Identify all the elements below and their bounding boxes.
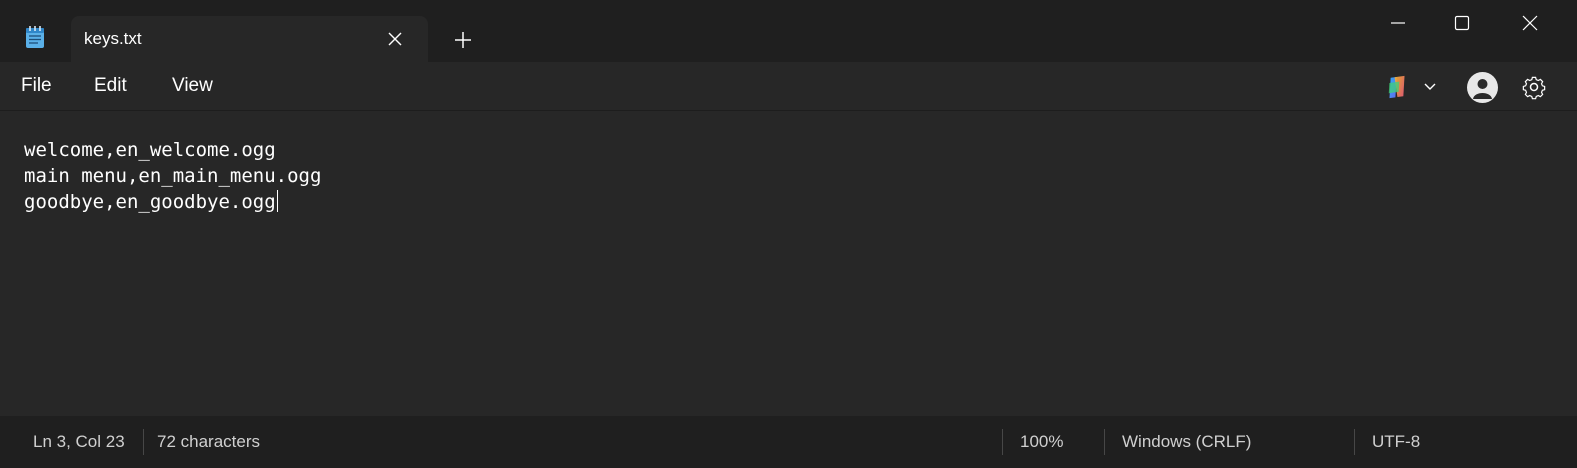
minimize-button[interactable]	[1366, 0, 1430, 44]
text-caret	[276, 190, 278, 212]
menu-bar: File Edit View	[0, 62, 1577, 110]
status-divider	[1002, 429, 1003, 455]
menu-edit[interactable]: Edit	[94, 75, 127, 97]
notepad-icon	[24, 25, 46, 49]
maximize-icon	[1454, 15, 1470, 31]
status-divider	[1104, 429, 1105, 455]
gear-icon[interactable]	[1521, 74, 1547, 100]
status-character-count: 72 characters	[157, 432, 260, 451]
editor-content[interactable]: welcome,en_welcome.oggmain menu,en_main_…	[24, 137, 321, 215]
close-icon[interactable]	[384, 28, 406, 50]
editor-line: goodbye,en_goodbye.ogg	[24, 191, 276, 213]
editor-line-with-caret: goodbye,en_goodbye.ogg	[24, 189, 321, 215]
menu-file[interactable]: File	[21, 75, 52, 97]
minimize-icon	[1391, 22, 1405, 24]
status-zoom[interactable]: 100%	[1020, 432, 1063, 452]
status-cursor-position: Ln 3, Col 23	[33, 432, 125, 451]
text-editor[interactable]: welcome,en_welcome.oggmain menu,en_main_…	[0, 111, 1577, 416]
status-bar: Ln 3, Col 23 72 characters 100% Windows …	[0, 416, 1577, 468]
copilot-icon[interactable]	[1384, 74, 1410, 100]
menu-view[interactable]: View	[172, 75, 213, 97]
title-bar[interactable]: keys.txt	[0, 0, 1577, 62]
status-divider	[143, 429, 144, 455]
close-window-button[interactable]	[1498, 0, 1562, 44]
chevron-down-icon[interactable]	[1422, 78, 1438, 94]
status-line-ending[interactable]: Windows (CRLF)	[1122, 432, 1251, 452]
editor-line: main menu,en_main_menu.ogg	[24, 165, 322, 187]
editor-line: welcome,en_welcome.ogg	[24, 139, 276, 161]
tab-title: keys.txt	[84, 29, 142, 48]
maximize-button[interactable]	[1430, 0, 1494, 44]
tab-keys-txt[interactable]: keys.txt	[71, 16, 428, 62]
plus-icon[interactable]	[451, 28, 475, 52]
close-icon	[1522, 15, 1538, 31]
avatar[interactable]	[1467, 72, 1498, 103]
status-divider	[1354, 429, 1355, 455]
notepad-window: keys.txt File Edit View welcome,en_welco…	[0, 0, 1577, 468]
status-encoding[interactable]: UTF-8	[1372, 432, 1420, 452]
